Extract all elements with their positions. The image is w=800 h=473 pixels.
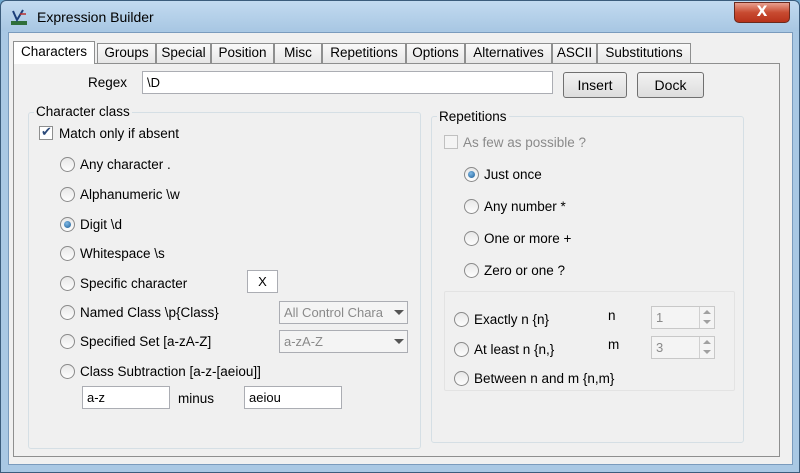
digit-radio[interactable] xyxy=(60,217,75,232)
any-number-radio[interactable] xyxy=(464,199,479,214)
zero-or-one-label: Zero or one ? xyxy=(484,263,566,278)
between-n-m-radio[interactable] xyxy=(454,371,469,386)
tab-position[interactable]: Position xyxy=(211,43,274,63)
class-subtraction-label: Class Subtraction [a-z-[aeiou]] xyxy=(80,364,261,379)
tab-groups[interactable]: Groups xyxy=(97,43,156,63)
regex-input[interactable]: \D xyxy=(142,71,553,94)
character-class-title: Character class xyxy=(34,104,132,119)
subtraction-minus-input[interactable]: aeiou xyxy=(244,386,342,409)
tab-repetitions[interactable]: Repetitions xyxy=(322,43,406,63)
one-or-more-label: One or more + xyxy=(484,231,572,246)
tab-options[interactable]: Options xyxy=(406,43,465,63)
few-as-possible-checkbox[interactable] xyxy=(444,135,458,149)
dialog-client-area: Characters Groups Special Position Misc … xyxy=(8,32,793,465)
arrow-down-icon xyxy=(703,350,711,354)
n-spin-buttons[interactable] xyxy=(699,307,714,328)
close-button[interactable]: X xyxy=(734,2,790,23)
exactly-n-radio[interactable] xyxy=(454,312,469,327)
exactly-n-label: Exactly n {n} xyxy=(474,312,550,327)
digit-label: Digit \d xyxy=(80,217,123,232)
characters-tab-panel: Regex \D Insert Dock Character class ✔ M… xyxy=(13,63,780,457)
m-value: 3 xyxy=(656,340,664,355)
repetitions-title: Repetitions xyxy=(437,109,509,124)
tab-special[interactable]: Special xyxy=(156,43,211,63)
checkmark-icon: ✔ xyxy=(41,125,52,140)
alphanumeric-label: Alphanumeric \w xyxy=(80,187,180,202)
whitespace-label: Whitespace \s xyxy=(80,246,165,261)
tab-characters[interactable]: Characters xyxy=(13,41,95,64)
m-label: m xyxy=(608,337,620,352)
repetitions-group xyxy=(431,116,744,443)
specific-character-radio[interactable] xyxy=(60,276,75,291)
whitespace-radio[interactable] xyxy=(60,246,75,261)
tab-misc[interactable]: Misc xyxy=(274,43,322,63)
specific-character-label: Specific character xyxy=(80,276,188,291)
match-absent-label: Match only if absent xyxy=(59,126,180,141)
just-once-radio[interactable] xyxy=(464,167,479,182)
alphanumeric-radio[interactable] xyxy=(60,187,75,202)
n-label: n xyxy=(608,308,616,323)
chevron-down-icon xyxy=(394,310,404,315)
specified-set-radio[interactable] xyxy=(60,334,75,349)
arrow-up-icon xyxy=(703,340,711,344)
expression-builder-app-icon xyxy=(11,9,27,25)
title-bar[interactable]: Expression Builder X xyxy=(1,1,799,31)
specified-set-value: a-zA-Z xyxy=(284,334,323,349)
match-absent-checkbox[interactable]: ✔ xyxy=(39,125,53,140)
any-character-label: Any character . xyxy=(80,157,171,172)
m-spinbox[interactable]: 3 xyxy=(651,336,715,359)
specific-character-input[interactable]: X xyxy=(247,270,278,293)
few-as-possible-label: As few as possible ? xyxy=(463,135,587,150)
tab-substitutions[interactable]: Substitutions xyxy=(597,43,691,63)
named-class-dropdown[interactable]: All Control Chara xyxy=(279,301,408,324)
subtraction-from-input[interactable]: a-z xyxy=(82,386,170,409)
named-class-label: Named Class \p{Class} xyxy=(80,305,219,320)
any-number-label: Any number * xyxy=(484,199,566,214)
minus-label: minus xyxy=(178,391,215,406)
named-class-radio[interactable] xyxy=(60,305,75,320)
n-value: 1 xyxy=(656,310,664,325)
specified-set-label: Specified Set [a-zA-Z] xyxy=(80,334,212,349)
just-once-label: Just once xyxy=(484,167,542,182)
tab-ascii[interactable]: ASCII xyxy=(552,43,597,63)
dock-button[interactable]: Dock xyxy=(637,72,704,98)
tab-alternatives[interactable]: Alternatives xyxy=(465,43,552,63)
insert-button[interactable]: Insert xyxy=(563,72,627,98)
named-class-value: All Control Chara xyxy=(284,305,383,320)
between-n-m-label: Between n and m {n,m} xyxy=(474,371,615,386)
expression-builder-window: Expression Builder X Characters Groups S… xyxy=(0,0,800,473)
specified-set-dropdown[interactable]: a-zA-Z xyxy=(279,330,408,353)
regex-label: Regex xyxy=(88,75,128,90)
arrow-up-icon xyxy=(703,310,711,314)
arrow-down-icon xyxy=(703,320,711,324)
n-spinbox[interactable]: 1 xyxy=(651,306,715,329)
zero-or-one-radio[interactable] xyxy=(464,263,479,278)
window-title: Expression Builder xyxy=(37,9,154,25)
one-or-more-radio[interactable] xyxy=(464,231,479,246)
any-character-radio[interactable] xyxy=(60,157,75,172)
chevron-down-icon xyxy=(394,339,404,344)
class-subtraction-radio[interactable] xyxy=(60,364,75,379)
at-least-n-label: At least n {n,} xyxy=(474,342,555,357)
at-least-n-radio[interactable] xyxy=(454,342,469,357)
m-spin-buttons[interactable] xyxy=(699,337,714,358)
